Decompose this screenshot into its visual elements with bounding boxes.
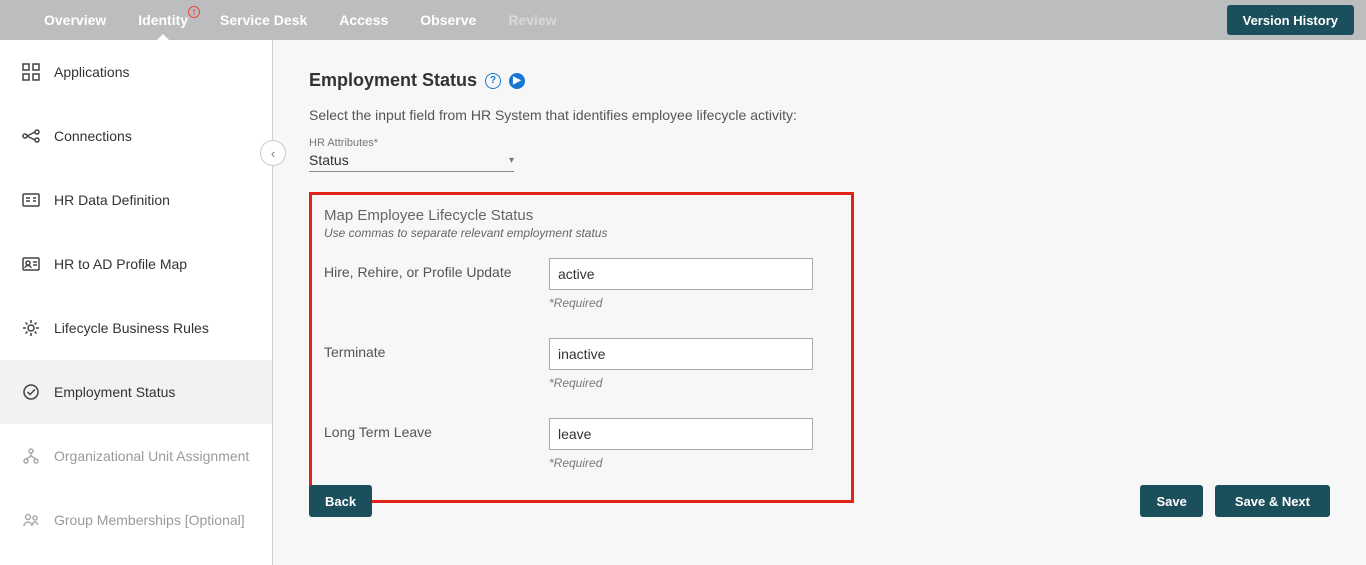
hr-attributes-value: Status <box>309 152 349 168</box>
required-note: *Required <box>549 376 813 390</box>
sidebar-item-label: HR Data Definition <box>54 192 170 208</box>
footer-buttons: Back Save Save & Next <box>309 485 1330 517</box>
check-circle-icon <box>22 383 40 401</box>
sidebar-item-organizational-unit-assignment[interactable]: Organizational Unit Assignment <box>0 424 272 488</box>
tab-label: Service Desk <box>220 12 307 28</box>
collapse-sidebar-button[interactable]: ‹ <box>260 140 286 166</box>
sidebar-item-label: Employment Status <box>54 384 175 400</box>
group-icon <box>22 511 40 529</box>
sidebar-item-label: Connections <box>54 128 132 144</box>
play-icon[interactable]: ▶ <box>509 73 525 89</box>
data-definition-icon <box>22 191 40 209</box>
sidebar-item-hr-to-ad-profile-map[interactable]: HR to AD Profile Map <box>0 232 272 296</box>
tab-review[interactable]: Review <box>492 0 572 40</box>
sidebar-item-connections[interactable]: Connections <box>0 104 272 168</box>
tab-label: Overview <box>44 12 106 28</box>
box-hint: Use commas to separate relevant employme… <box>324 226 839 240</box>
chevron-down-icon: ▾ <box>509 155 514 166</box>
box-title: Map Employee Lifecycle Status <box>324 207 839 224</box>
field-label: Hire, Rehire, or Profile Update <box>324 258 549 280</box>
profile-map-icon <box>22 255 40 273</box>
field-row-terminate: Terminate *Required <box>324 338 839 390</box>
sidebar-item-label: Applications <box>54 64 130 80</box>
tab-overview[interactable]: Overview <box>28 0 122 40</box>
hr-attributes-label: HR Attributes* <box>309 137 1330 149</box>
hr-attributes-field: HR Attributes* Status ▾ <box>309 137 1330 172</box>
main-content: Employment Status ? ▶ Select the input f… <box>273 40 1366 565</box>
tab-service-desk[interactable]: Service Desk <box>204 0 323 40</box>
sidebar-item-label: Lifecycle Business Rules <box>54 320 209 336</box>
tab-label: Access <box>339 12 388 28</box>
gear-icon <box>22 319 40 337</box>
terminate-status-input[interactable] <box>549 338 813 370</box>
sidebar-item-label: Organizational Unit Assignment <box>54 448 249 464</box>
hr-attributes-select[interactable]: Status ▾ <box>309 149 514 172</box>
page-title: Employment Status <box>309 70 477 91</box>
sidebar-item-applications[interactable]: Applications <box>0 40 272 104</box>
alert-icon <box>188 6 200 18</box>
leave-status-input[interactable] <box>549 418 813 450</box>
sidebar-item-hr-data-definition[interactable]: HR Data Definition <box>0 168 272 232</box>
sidebar-item-label: HR to AD Profile Map <box>54 256 187 272</box>
save-button[interactable]: Save <box>1140 485 1202 517</box>
org-icon <box>22 447 40 465</box>
field-row-hire: Hire, Rehire, or Profile Update *Require… <box>324 258 839 310</box>
tab-label: Review <box>508 12 556 28</box>
field-label: Long Term Leave <box>324 418 549 440</box>
save-next-button[interactable]: Save & Next <box>1215 485 1330 517</box>
sidebar-item-label: Group Memberships [Optional] <box>54 512 245 528</box>
tab-access[interactable]: Access <box>323 0 404 40</box>
connections-icon <box>22 127 40 145</box>
back-button[interactable]: Back <box>309 485 372 517</box>
field-label: Terminate <box>324 338 549 360</box>
sidebar-item-lifecycle-business-rules[interactable]: Lifecycle Business Rules <box>0 296 272 360</box>
lifecycle-status-box: Map Employee Lifecycle Status Use commas… <box>309 192 854 503</box>
sidebar-item-group-memberships[interactable]: Group Memberships [Optional] <box>0 488 272 552</box>
required-note: *Required <box>549 296 813 310</box>
tab-label: Identity <box>138 12 188 28</box>
page-subtitle: Select the input field from HR System th… <box>309 107 1330 123</box>
chevron-left-icon: ‹ <box>271 146 275 161</box>
field-row-long-term-leave: Long Term Leave *Required <box>324 418 839 470</box>
tab-label: Observe <box>420 12 476 28</box>
version-history-button[interactable]: Version History <box>1227 5 1354 35</box>
top-tab-bar: Overview Identity Service Desk Access Ob… <box>0 0 1366 40</box>
sidebar-item-employment-status[interactable]: Employment Status <box>0 360 272 424</box>
required-note: *Required <box>549 456 813 470</box>
tab-identity[interactable]: Identity <box>122 0 204 40</box>
help-icon[interactable]: ? <box>485 73 501 89</box>
hire-status-input[interactable] <box>549 258 813 290</box>
sidebar: ‹ Applications Connections HR Data Defin… <box>0 40 273 565</box>
apps-icon <box>22 63 40 81</box>
tab-observe[interactable]: Observe <box>404 0 492 40</box>
